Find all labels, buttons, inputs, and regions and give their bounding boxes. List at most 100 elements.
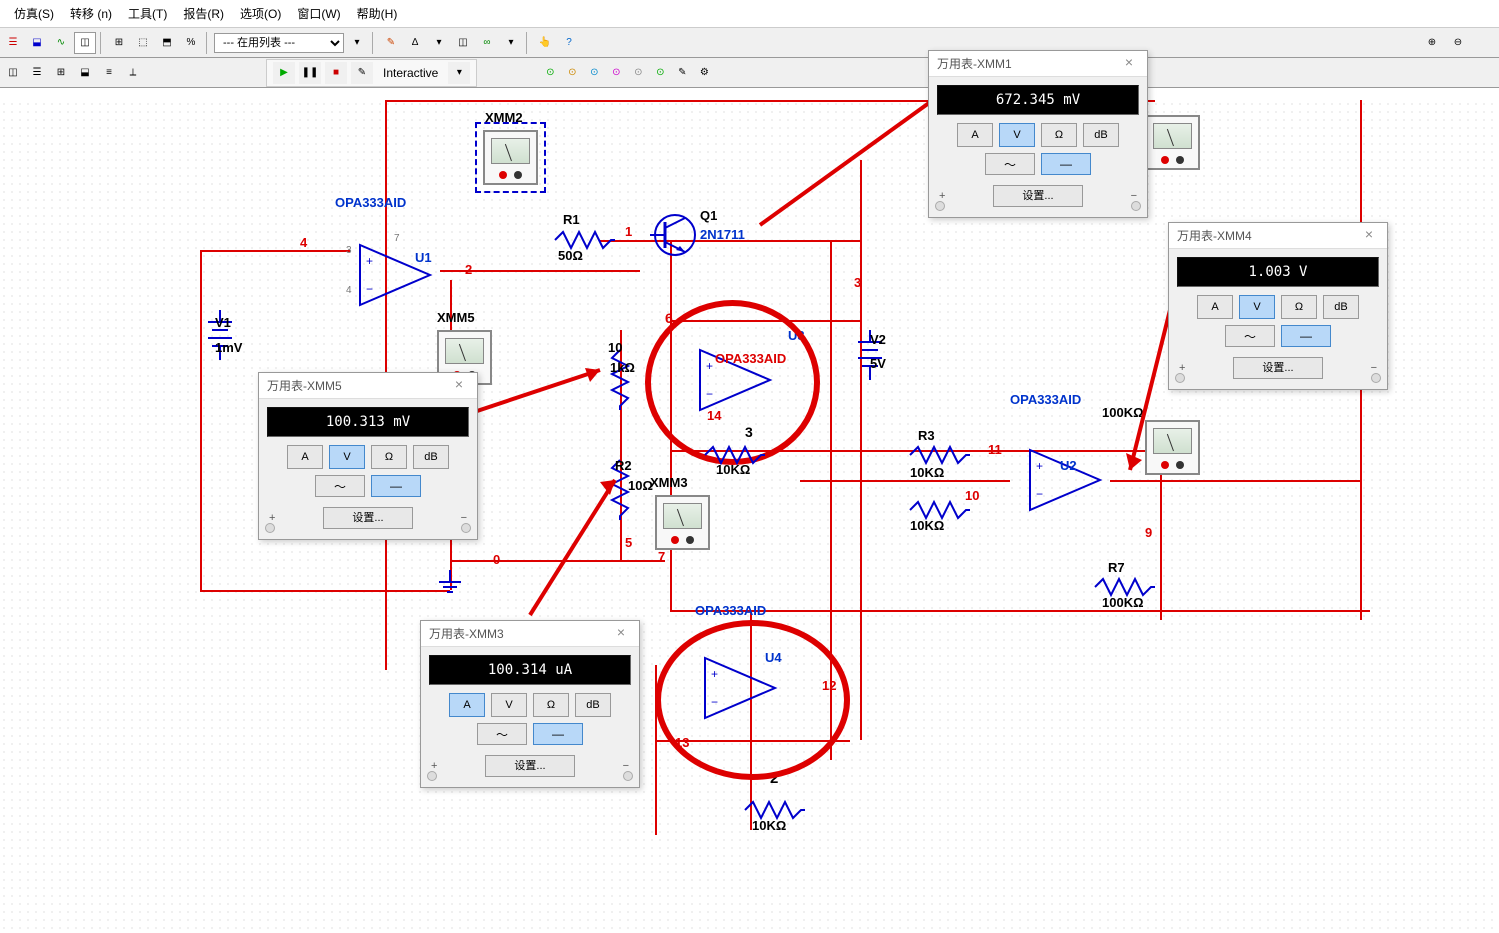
mm-mode-v[interactable]: V bbox=[329, 445, 365, 469]
resistor-r7[interactable] bbox=[1095, 577, 1155, 597]
probe-icon[interactable]: ⊙ bbox=[649, 62, 671, 84]
multimeter-xmm4[interactable]: 万用表-XMM4× 1.003 V A V Ω dB 〜 — +设置...− bbox=[1168, 222, 1388, 390]
multimeter-xmm5[interactable]: 万用表-XMM5× 100.313 mV A V Ω dB 〜 — +设置...… bbox=[258, 372, 478, 540]
tb-icon[interactable]: ⊞ bbox=[50, 62, 72, 84]
multimeter-xmm1[interactable]: 万用表-XMM1× 672.345 mV A V Ω dB 〜 — +设置...… bbox=[928, 50, 1148, 218]
mm-mode-ohm[interactable]: Ω bbox=[1041, 123, 1077, 147]
opamp-u1[interactable]: + − bbox=[350, 235, 450, 315]
zoom-out-icon[interactable]: ⊖ bbox=[1447, 32, 1469, 54]
menu-opt[interactable]: 选项(O) bbox=[234, 3, 287, 24]
mm-ac[interactable]: 〜 bbox=[315, 475, 365, 497]
resistor-r3[interactable] bbox=[910, 445, 970, 465]
multimeter-xmm3[interactable]: 万用表-XMM3× 100.314 uA A V Ω dB 〜 — +设置...… bbox=[420, 620, 640, 788]
r4-val: 10KΩ bbox=[716, 462, 750, 477]
tb-icon[interactable]: ⬓ bbox=[26, 32, 48, 54]
mm-ac[interactable]: 〜 bbox=[1225, 325, 1275, 347]
gear-icon[interactable]: ⚙ bbox=[693, 62, 715, 84]
stop-icon[interactable]: ■ bbox=[325, 62, 347, 84]
transistor-q1[interactable] bbox=[650, 210, 700, 260]
mm-mode-v[interactable]: V bbox=[999, 123, 1035, 147]
mm-mode-db[interactable]: dB bbox=[1083, 123, 1119, 147]
instrument-top-right-1[interactable] bbox=[1145, 115, 1200, 170]
tb-icon[interactable]: ≡ bbox=[98, 62, 120, 84]
mm-dc[interactable]: — bbox=[533, 723, 583, 745]
tb-icon[interactable]: ▾ bbox=[500, 32, 522, 54]
mm-mode-ohm[interactable]: Ω bbox=[1281, 295, 1317, 319]
tb-icon[interactable]: ◫ bbox=[452, 32, 474, 54]
tb-icon[interactable]: ⟂ bbox=[122, 62, 144, 84]
mm-mode-db[interactable]: dB bbox=[1323, 295, 1359, 319]
tb-icon[interactable]: ⬚ bbox=[132, 32, 154, 54]
pause-icon[interactable]: ❚❚ bbox=[299, 62, 321, 84]
mm-settings[interactable]: 设置... bbox=[1233, 357, 1323, 379]
mm-mode-ohm[interactable]: Ω bbox=[533, 693, 569, 717]
tb-icon[interactable]: ∞ bbox=[476, 32, 498, 54]
mm-mode-a[interactable]: A bbox=[1197, 295, 1233, 319]
zoom-in-icon[interactable]: ⊕ bbox=[1421, 32, 1443, 54]
tb-icon[interactable]: ⊞ bbox=[108, 32, 130, 54]
mm-mode-db[interactable]: dB bbox=[575, 693, 611, 717]
menu-win[interactable]: 窗口(W) bbox=[291, 3, 346, 24]
interactive-icon[interactable]: ✎ bbox=[351, 62, 373, 84]
node-1: 1 bbox=[625, 224, 632, 239]
menu-sim[interactable]: 仿真(S) bbox=[8, 3, 60, 24]
resistor-bottom[interactable] bbox=[745, 800, 805, 820]
close-icon[interactable]: × bbox=[1359, 226, 1379, 246]
resistor-1k[interactable] bbox=[610, 350, 630, 410]
tb-icon[interactable]: ✎ bbox=[380, 32, 402, 54]
mm-mode-v[interactable]: V bbox=[491, 693, 527, 717]
menu-report[interactable]: 报告(R) bbox=[177, 3, 230, 24]
instrument-xmm2[interactable] bbox=[483, 130, 538, 185]
tb-icon[interactable]: 👆 bbox=[534, 32, 556, 54]
play-icon[interactable]: ▶ bbox=[273, 62, 295, 84]
mm-mode-a[interactable]: A bbox=[957, 123, 993, 147]
mm-dc[interactable]: — bbox=[371, 475, 421, 497]
tb-icon[interactable]: ∿ bbox=[50, 32, 72, 54]
mm-ac[interactable]: 〜 bbox=[985, 153, 1035, 175]
node-11: 11 bbox=[988, 442, 1002, 457]
mm-mode-v[interactable]: V bbox=[1239, 295, 1275, 319]
close-icon[interactable]: × bbox=[1119, 54, 1139, 74]
probe-icon[interactable]: ⊙ bbox=[605, 62, 627, 84]
mm-mode-a[interactable]: A bbox=[287, 445, 323, 469]
mm-mode-db[interactable]: dB bbox=[413, 445, 449, 469]
tb-icon[interactable]: % bbox=[180, 32, 202, 54]
menu-trans[interactable]: 转移 (n) bbox=[64, 3, 118, 24]
toolbar-1: ☰ ⬓ ∿ ◫ ⊞ ⬚ ⬒ % --- 在用列表 --- ▾ ✎ ∆ ▾ ◫ ∞… bbox=[0, 28, 1499, 58]
tb-dropdown-icon[interactable]: ▾ bbox=[448, 62, 470, 84]
tb-icon[interactable]: ☰ bbox=[26, 62, 48, 84]
probe-icon[interactable]: ✎ bbox=[671, 62, 693, 84]
instrument-xmm3[interactable] bbox=[655, 495, 710, 550]
mm-ac[interactable]: 〜 bbox=[477, 723, 527, 745]
mm-dc[interactable]: — bbox=[1281, 325, 1331, 347]
tb-icon[interactable]: ⬓ bbox=[74, 62, 96, 84]
instrument-right-2[interactable] bbox=[1145, 420, 1200, 475]
inuse-dropdown[interactable]: --- 在用列表 --- bbox=[214, 33, 344, 53]
tb-icon[interactable]: ◫ bbox=[2, 62, 24, 84]
resistor-10k-lower[interactable] bbox=[910, 500, 970, 520]
tb-icon[interactable]: ▾ bbox=[428, 32, 450, 54]
probe-icon[interactable]: ⊙ bbox=[583, 62, 605, 84]
close-icon[interactable]: × bbox=[449, 376, 469, 396]
tb-icon[interactable]: ☰ bbox=[2, 32, 24, 54]
mm-settings[interactable]: 设置... bbox=[993, 185, 1083, 207]
menu-help[interactable]: 帮助(H) bbox=[351, 3, 404, 24]
opamp-u2[interactable]: + − bbox=[1020, 440, 1120, 520]
mm-settings[interactable]: 设置... bbox=[323, 507, 413, 529]
help-icon[interactable]: ? bbox=[558, 32, 580, 54]
resistor-r1[interactable] bbox=[555, 230, 615, 250]
mm-settings[interactable]: 设置... bbox=[485, 755, 575, 777]
close-icon[interactable]: × bbox=[611, 624, 631, 644]
mm-mode-a[interactable]: A bbox=[449, 693, 485, 717]
probe-icon[interactable]: ⊙ bbox=[539, 62, 561, 84]
tb-dropdown-icon[interactable]: ▾ bbox=[346, 32, 368, 54]
menu-tool[interactable]: 工具(T) bbox=[122, 3, 173, 24]
probe-icon[interactable]: ⊙ bbox=[627, 62, 649, 84]
tb-icon[interactable]: ⬒ bbox=[156, 32, 178, 54]
probe-icon[interactable]: ⊙ bbox=[561, 62, 583, 84]
tb-icon[interactable]: ∆ bbox=[404, 32, 426, 54]
ground-symbol[interactable] bbox=[435, 570, 465, 600]
tb-icon[interactable]: ◫ bbox=[74, 32, 96, 54]
mm-dc[interactable]: — bbox=[1041, 153, 1091, 175]
mm-mode-ohm[interactable]: Ω bbox=[371, 445, 407, 469]
